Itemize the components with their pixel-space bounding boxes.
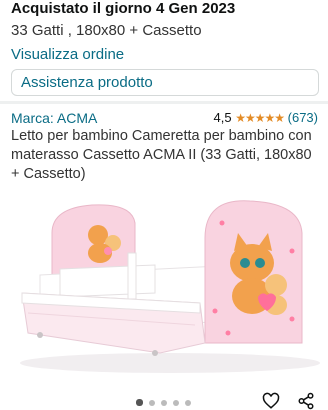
rating-stars-icon: ★★★★★ [235,111,285,125]
variant-text: 33 Gatti , 180x80 + Cassetto [11,22,202,39]
gallery-dot[interactable] [173,400,179,406]
product-support-label: Assistenza prodotto [21,74,153,91]
rating[interactable]: 4,5 ★★★★★ (673) [214,110,318,125]
product-image[interactable] [0,193,328,388]
product-description: Letto per bambino Cameretta per bambino … [11,128,312,182]
gallery-dot[interactable] [149,400,155,406]
view-order-link[interactable]: Visualizza ordine [11,46,124,64]
gallery-dot[interactable] [136,399,143,406]
purchase-date-title: Acquistato il giorno 4 Gen 2023 [11,0,236,17]
brand-link[interactable]: Marca: ACMA [11,110,97,126]
gallery-dot[interactable] [185,400,191,406]
order-header: Acquistato il giorno 4 Gen 2023 33 Gatti… [0,0,328,96]
product-support-button[interactable]: Assistenza prodotto [11,69,319,96]
share-icon[interactable] [297,392,315,410]
rating-value: 4,5 [213,110,232,125]
rating-count[interactable]: (673) [288,110,318,125]
heart-icon[interactable] [262,392,280,410]
gallery-dot[interactable] [161,400,167,406]
section-divider [0,101,328,104]
